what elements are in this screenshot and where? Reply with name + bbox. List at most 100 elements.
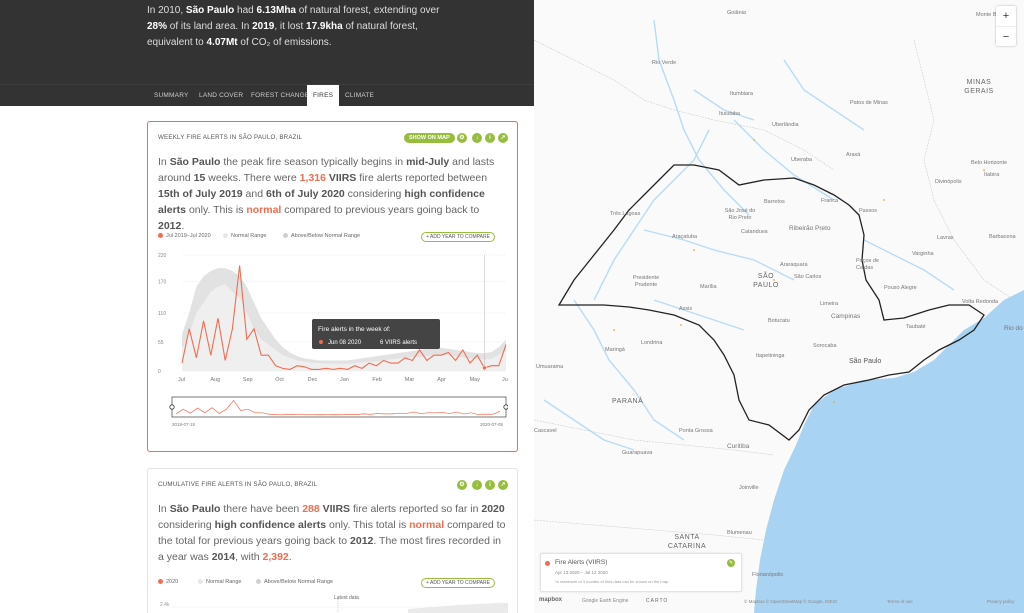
x-tick-label: Mar: [405, 377, 415, 383]
x-tick-label: Oct: [275, 377, 284, 383]
x-tick-label: May: [470, 377, 481, 383]
x-tick-label: Feb: [372, 377, 381, 383]
legend-item-above-below[interactable]: Above/Below Normal Range: [283, 233, 360, 239]
privacy-link[interactable]: Privacy policy: [987, 599, 1015, 604]
tab-summary[interactable]: SUMMARY: [154, 85, 189, 106]
x-tick-label: Jun: [502, 377, 508, 383]
map-label: Catanduva: [741, 229, 768, 235]
map-label: Patos de Minas: [850, 100, 888, 106]
settings-icon[interactable]: ⚙: [457, 480, 467, 490]
show-on-map-button[interactable]: SHOW ON MAP: [404, 133, 455, 143]
map-label: Pouso Alegre: [884, 285, 917, 291]
settings-icon[interactable]: ⚙: [457, 133, 467, 143]
tooltip-title: Fire alerts in the week of:: [318, 326, 391, 333]
tab-land-cover[interactable]: LAND COVER: [199, 85, 243, 106]
legend-layer-title: Fire Alerts (VIIRS): [555, 559, 608, 566]
map-label: Ituiutaba: [719, 111, 741, 117]
summary-header: In 2010, São Paulo had 6.13Mha of natura…: [0, 0, 534, 84]
zoom-out-button[interactable]: −: [996, 27, 1016, 47]
tab-fires[interactable]: FIRES: [307, 85, 340, 106]
hover-point: [482, 365, 487, 371]
weekly-fire-chart[interactable]: 0 55 110 170 220 Jul Aug Sep Oct Dec Jan Feb Mar Apr M…: [158, 245, 508, 445]
legend-item-normal[interactable]: Normal Range: [223, 233, 266, 239]
map-label: Divinópolis: [935, 179, 962, 185]
map-label: Botucatu: [768, 318, 790, 324]
layer-options-icon[interactable]: ✎: [727, 559, 735, 567]
x-tick-label: Aug: [210, 377, 220, 383]
zoom-in-button[interactable]: +: [996, 6, 1016, 27]
tooltip-value: 6 VIIRS alerts: [380, 340, 417, 346]
summary-sentence: In 2010, São Paulo had 6.13Mha of natura…: [147, 5, 440, 48]
info-icon[interactable]: i: [485, 133, 495, 143]
legend-item-2020[interactable]: 2020: [158, 579, 178, 585]
map-label: Itapetininga: [756, 353, 785, 359]
y-tick-label: 110: [158, 311, 166, 317]
x-tick-label: Dec: [308, 377, 318, 383]
map-label: Assis: [679, 306, 693, 312]
widget-sentence-cumulative: In São Paulo there have been 288 VIIRS f…: [158, 503, 506, 563]
x-tick-label: Apr: [437, 377, 446, 383]
map-base: [534, 19, 1024, 613]
map-label: Itumbiara: [730, 91, 753, 97]
map-legend: Fire Alerts (VIIRS) Apr 13 2020 – Jul 12…: [540, 553, 742, 592]
map-label: São José do Rio Preto: [724, 208, 756, 221]
brush-frame: [171, 396, 507, 418]
map-label: Goiânia: [727, 10, 746, 16]
brush-handle-right: [503, 404, 508, 410]
legend-layer-date: Apr 13 2020 – Jul 12 2020: [555, 570, 608, 575]
widget-sentence: In São Paulo the peak fire season typica…: [158, 156, 495, 232]
add-year-button[interactable]: + ADD YEAR TO COMPARE: [421, 232, 495, 242]
map-label: Araxá: [846, 152, 861, 158]
tab-climate[interactable]: CLIMATE: [345, 85, 374, 106]
cumulative-chart-preview: [172, 599, 508, 613]
terms-link[interactable]: Terms of use: [887, 599, 913, 604]
map-label: Florianópolis: [752, 572, 784, 578]
carto-logo: CARTO: [646, 598, 669, 604]
x-tick-label: Jul: [178, 377, 185, 383]
map-label: Cascavel: [534, 428, 557, 434]
map-label: Blumenau: [727, 530, 752, 536]
download-icon[interactable]: ↓: [472, 480, 482, 490]
map-label: Três Lagoas: [610, 211, 641, 217]
zoom-control: + −: [996, 6, 1016, 46]
download-icon[interactable]: ↓: [472, 133, 482, 143]
cumulative-fire-alerts-widget: CUMULATIVE FIRE ALERTS IN SÃO PAULO, BRA…: [147, 468, 518, 613]
legend-item-above-below[interactable]: Above/Below Normal Range: [256, 579, 333, 585]
map-canvas[interactable]: Goiânia Rio Verde Itumbiara Ituiutaba Ub…: [534, 0, 1024, 613]
map-label: Araraquara: [780, 262, 808, 268]
map-label: Umuarama: [536, 364, 564, 370]
tooltip-dot: [319, 340, 323, 344]
gee-logo: Google Earth Engine: [582, 598, 629, 604]
mapbox-logo[interactable]: mapbox: [539, 597, 562, 603]
map-label: Guarapuava: [622, 450, 653, 456]
map-label: Rio Verde: [652, 60, 677, 66]
legend-layer-note: *a maximum of 3 months of fires data can…: [555, 579, 669, 584]
tab-forest-change[interactable]: FOREST CHANGE: [251, 85, 309, 106]
brush-handle-left: [169, 404, 175, 410]
map-attribution[interactable]: © Mapbox © OpenStreetMap © Google, INEGI: [744, 599, 837, 604]
y-tick-label: 55: [158, 340, 164, 346]
state-label-sp: SÃO PAULO: [753, 273, 779, 289]
legend-item-current[interactable]: Jul 2019–Jul 2020: [158, 233, 211, 239]
info-icon[interactable]: i: [485, 480, 495, 490]
map-label: São Paulo: [849, 358, 882, 365]
tab-bar: SUMMARY LAND COVER FOREST CHANGE FIRES C…: [0, 84, 534, 106]
map-label: Marília: [700, 284, 717, 290]
state-label-sc: SANTA CATARINA: [667, 534, 707, 550]
map-label: Lavras: [937, 235, 954, 241]
state-label-pr: PARANÁ: [612, 398, 644, 405]
x-tick-label: Sep: [243, 377, 253, 383]
legend-item-normal[interactable]: Normal Range: [198, 579, 241, 585]
map-label: Araçatuba: [672, 234, 698, 240]
share-icon[interactable]: ↗: [498, 133, 508, 143]
y-tick-label: 220: [158, 253, 167, 259]
brush-start-label: 2019-07-15: [172, 422, 196, 427]
add-year-button-cumulative[interactable]: + ADD YEAR TO COMPARE: [421, 578, 495, 588]
map-label: Ponta Grossa: [679, 428, 713, 434]
dashboard-panel: In 2010, São Paulo had 6.13Mha of natura…: [0, 0, 534, 613]
map-label: Uberaba: [791, 157, 813, 163]
y-tick-label: 0: [158, 369, 161, 375]
map-label: Taubaté: [906, 324, 926, 330]
share-icon[interactable]: ↗: [498, 480, 508, 490]
map-label: Barretos: [764, 199, 785, 205]
